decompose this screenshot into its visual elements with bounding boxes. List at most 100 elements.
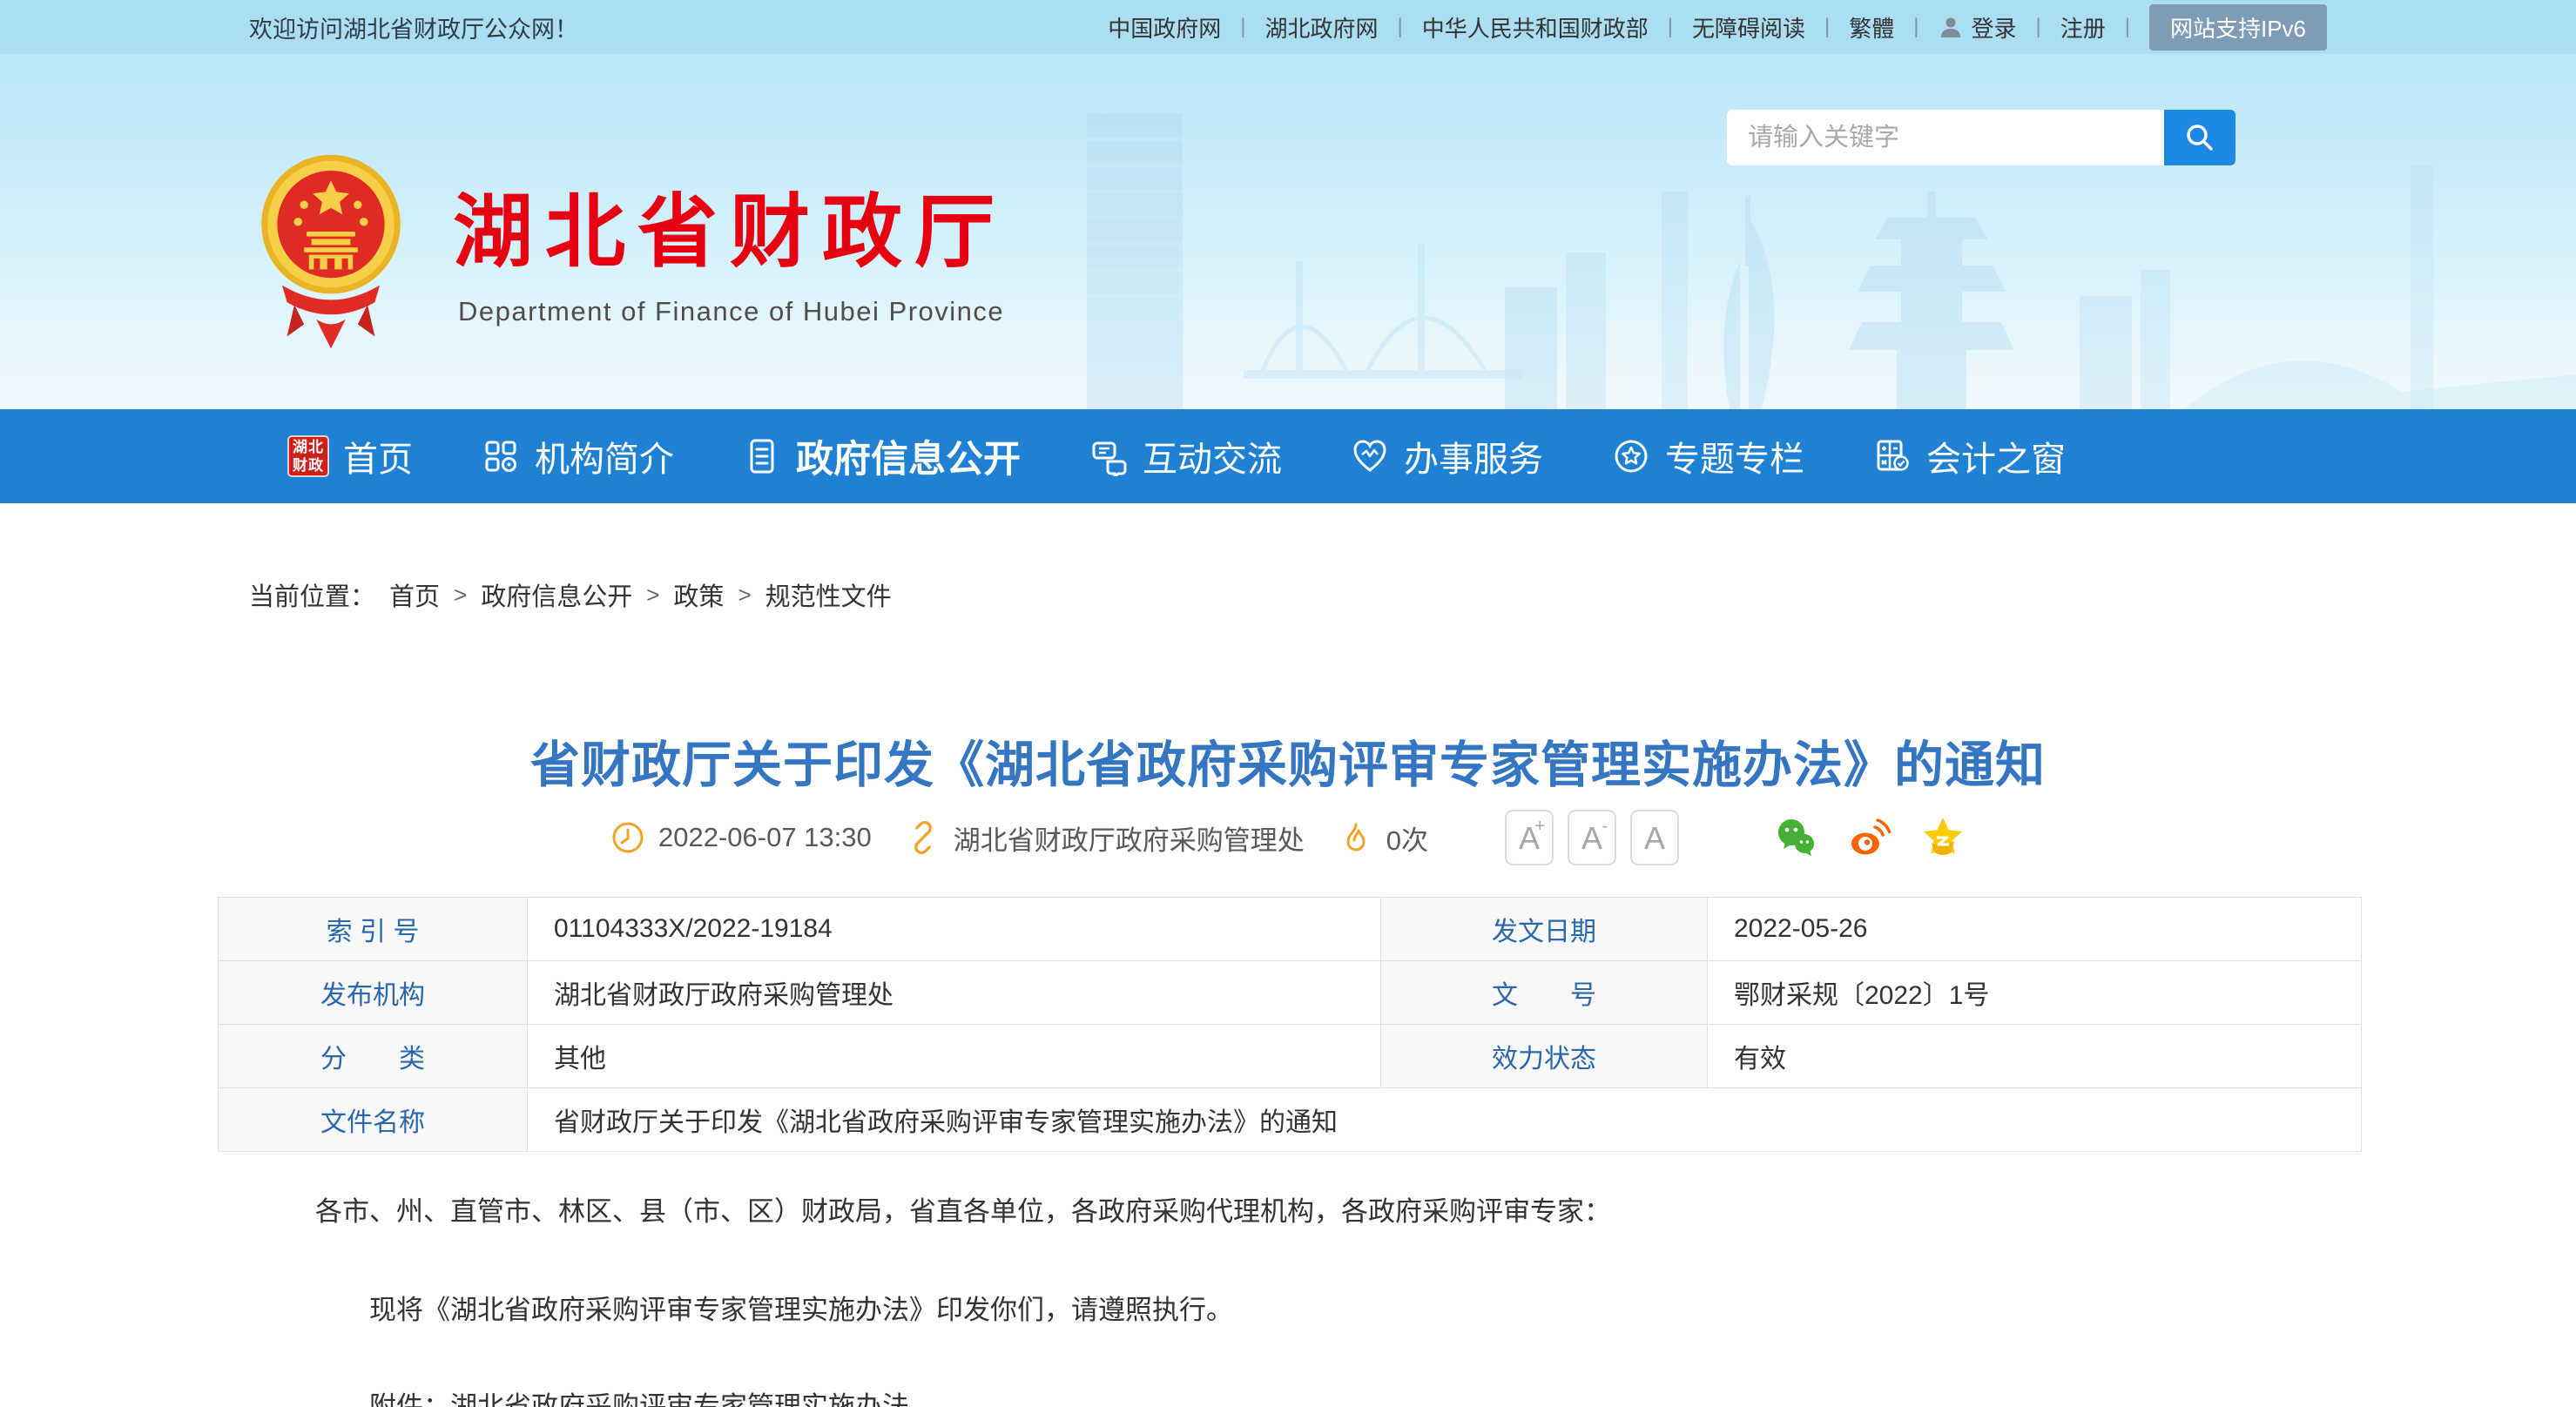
site-title: 湖北省财政厅 — [453, 167, 1007, 283]
breadcrumb: 当前位置： 首页 > 政府信息公开 > 政策 > 规范性文件 — [249, 576, 892, 613]
nav-label: 会计之窗 — [1926, 431, 2066, 481]
article-source: 湖北省财政厅政府采购管理处 — [905, 818, 1305, 858]
chat-bubbles-icon — [1089, 436, 1129, 476]
label-validity-status: 效力状态 — [1381, 1025, 1708, 1087]
label-issue-date: 发文日期 — [1381, 898, 1708, 960]
main-navigation: 湖北 财政 首页 机构简介 政府信息公开 — [0, 409, 2576, 503]
nav-label: 互动交流 — [1143, 431, 1282, 481]
value-issue-date: 2022-05-26 — [1708, 898, 2361, 960]
nav-label: 办事服务 — [1404, 431, 1543, 481]
weibo-share-icon[interactable] — [1846, 814, 1893, 861]
views-text: 0次 — [1386, 818, 1428, 858]
source-text: 湖北省财政厅政府采购管理处 — [954, 818, 1305, 858]
breadcrumb-separator: > — [738, 582, 751, 609]
value-document-number: 鄂财采规〔2022〕1号 — [1708, 961, 2361, 1024]
clock-icon — [610, 819, 646, 856]
font-size-controls: A + A - A — [1505, 810, 1679, 865]
top-utility-bar: 欢迎访问湖北省财政厅公众网！ 中国政府网 | 湖北政府网 | 中华人民共和国财政… — [0, 0, 2576, 54]
value-validity-status: 有效 — [1708, 1025, 2361, 1087]
nav-label: 首页 — [343, 431, 413, 481]
document-icon — [742, 436, 782, 476]
label-issuing-agency: 发布机构 — [219, 961, 528, 1024]
view-count: 0次 — [1338, 818, 1428, 858]
link-icon — [905, 819, 941, 856]
calculator-icon — [1872, 436, 1912, 476]
breadcrumb-normative-docs[interactable]: 规范性文件 — [765, 576, 892, 613]
breadcrumb-separator: > — [646, 582, 659, 609]
article-body: 各市、州、直管市、林区、县（市、区）财政局，省直各单位，各政府采购代理机构，各政… — [218, 1189, 2362, 1407]
link-traditional-chinese[interactable]: 繁體 — [1849, 11, 1894, 44]
separator: | — [1240, 15, 1245, 39]
login-link[interactable]: 登录 — [1938, 11, 2016, 44]
wechat-share-icon[interactable] — [1773, 814, 1820, 861]
search-button[interactable] — [2164, 110, 2235, 165]
separator: | — [1824, 15, 1830, 39]
register-link[interactable]: 注册 — [2060, 11, 2106, 44]
national-emblem-logo — [258, 141, 404, 359]
welcome-text: 欢迎访问湖北省财政厅公众网！ — [249, 10, 578, 44]
breadcrumb-home[interactable]: 首页 — [389, 576, 440, 613]
share-buttons — [1773, 814, 1966, 861]
qzone-share-icon[interactable] — [1919, 814, 1966, 861]
link-mof[interactable]: 中华人民共和国财政部 — [1422, 11, 1649, 44]
nav-label: 机构简介 — [535, 431, 674, 481]
main-content: 当前位置： 首页 > 政府信息公开 > 政策 > 规范性文件 省财政厅关于印发《… — [0, 503, 2576, 1407]
font-btn-sup: - — [1602, 817, 1608, 837]
link-china-gov[interactable]: 中国政府网 — [1108, 11, 1221, 44]
topbar-links: 中国政府网 | 湖北政府网 | 中华人民共和国财政部 | 无障碍阅读 | 繁體 … — [1108, 4, 2327, 50]
font-reset-button[interactable]: A — [1630, 810, 1679, 865]
flame-icon — [1338, 819, 1374, 856]
nav-item-accounting-window[interactable]: 会计之窗 — [1872, 431, 2066, 481]
grid-icon — [481, 436, 521, 476]
article-meta-row: 2022-06-07 13:30 湖北省财政厅政府采购管理处 0次 A — [0, 810, 2576, 865]
breadcrumb-separator: > — [454, 582, 467, 609]
article-title: 省财政厅关于印发《湖北省政府采购评审专家管理实施办法》的通知 — [0, 725, 2576, 797]
font-increase-button[interactable]: A + — [1505, 810, 1554, 865]
page: 欢迎访问湖北省财政厅公众网！ 中国政府网 | 湖北政府网 | 中华人民共和国财政… — [0, 0, 2576, 1407]
publish-datetime: 2022-06-07 13:30 — [610, 819, 872, 856]
search-icon — [2182, 120, 2217, 155]
separator: | — [1397, 15, 1402, 39]
paragraph-attachment: 附件：湖北省政府采购评审专家管理实施办法 — [218, 1384, 2362, 1407]
link-hubei-gov[interactable]: 湖北政府网 — [1264, 11, 1378, 44]
table-row: 索 引 号 01104333X/2022-19184 发文日期 2022-05-… — [219, 898, 2361, 961]
star-circle-icon — [1611, 436, 1651, 476]
separator: | — [2035, 15, 2040, 39]
separator: | — [1913, 15, 1919, 39]
link-accessibility[interactable]: 无障碍阅读 — [1692, 11, 1805, 44]
user-icon — [1938, 14, 1964, 40]
table-row: 文件名称 省财政厅关于印发《湖北省政府采购评审专家管理实施办法》的通知 — [219, 1088, 2361, 1152]
nav-label: 专题专栏 — [1665, 431, 1804, 481]
ipv6-support-badge[interactable]: 网站支持IPv6 — [2149, 4, 2327, 50]
login-label: 登录 — [1971, 11, 2016, 44]
font-btn-sup: + — [1534, 817, 1545, 837]
nav-label: 政府信息公开 — [796, 429, 1021, 483]
label-document-title: 文件名称 — [219, 1088, 528, 1151]
datetime-text: 2022-06-07 13:30 — [658, 822, 872, 853]
nav-item-interaction[interactable]: 互动交流 — [1089, 431, 1282, 481]
hubei-finance-seal-icon: 湖北 财政 — [287, 435, 329, 477]
nav-item-gov-info-disclosure[interactable]: 政府信息公开 — [742, 429, 1021, 483]
breadcrumb-policy[interactable]: 政策 — [673, 576, 724, 613]
label-document-number: 文 号 — [1381, 961, 1708, 1024]
nav-item-special-topics[interactable]: 专题专栏 — [1611, 431, 1804, 481]
value-document-title: 省财政厅关于印发《湖北省政府采购评审专家管理实施办法》的通知 — [528, 1088, 2361, 1151]
paragraph-addressees: 各市、州、直管市、林区、县（市、区）财政局，省直各单位，各政府采购代理机构，各政… — [218, 1189, 2362, 1229]
label-index-number: 索 引 号 — [219, 898, 528, 960]
breadcrumb-label: 当前位置： — [249, 576, 375, 613]
site-header: 湖北省财政厅 Department of Finance of Hubei Pr… — [0, 54, 2576, 409]
font-btn-base: A — [1644, 820, 1665, 857]
font-decrease-button[interactable]: A - — [1568, 810, 1616, 865]
nav-item-org-intro[interactable]: 机构简介 — [481, 431, 674, 481]
font-btn-base: A — [1581, 820, 1602, 857]
site-search — [1727, 110, 2235, 165]
nav-item-home[interactable]: 湖北 财政 首页 — [287, 431, 413, 481]
search-input[interactable] — [1727, 110, 2164, 165]
seal-text-top: 湖北 — [293, 438, 324, 456]
site-subtitle-english: Department of Finance of Hubei Province — [458, 296, 1004, 327]
value-issuing-agency: 湖北省财政厅政府采购管理处 — [528, 961, 1381, 1024]
value-index-number: 01104333X/2022-19184 — [528, 898, 1381, 960]
nav-item-services[interactable]: 办事服务 — [1350, 431, 1543, 481]
breadcrumb-gov-info[interactable]: 政府信息公开 — [481, 576, 632, 613]
label-category: 分 类 — [219, 1025, 528, 1087]
